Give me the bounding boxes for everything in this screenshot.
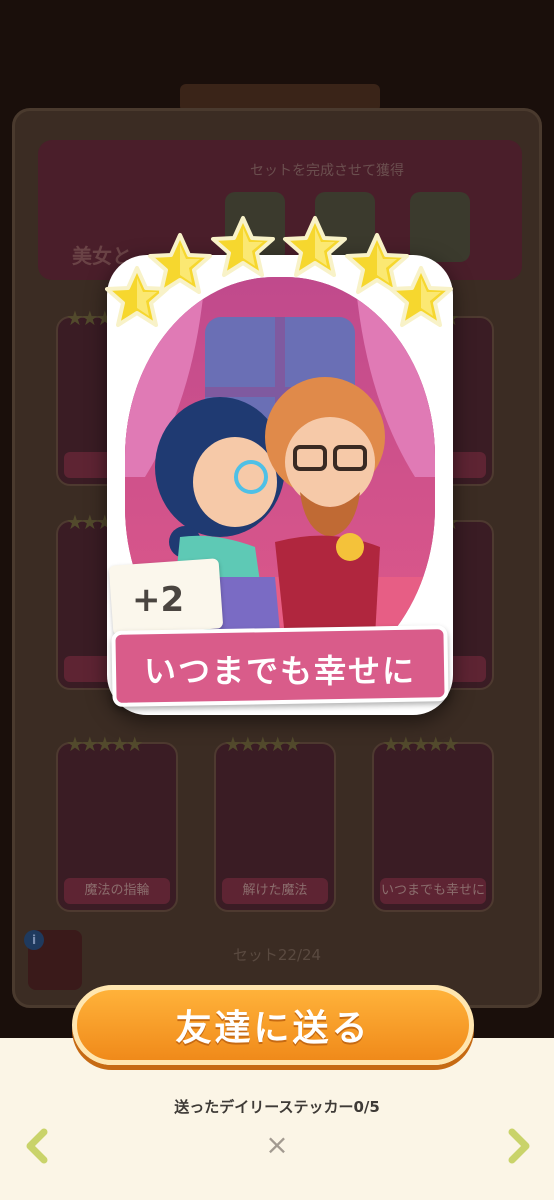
card-stars-icon: ★★★★★	[224, 732, 302, 756]
album-card-broken-spell[interactable]: ★★★★★ 解けた魔法	[214, 732, 336, 912]
daily-sticker-status: 送ったデイリーステッカー0/5	[174, 1098, 380, 1116]
send-to-friend-button[interactable]: 友達に送る	[72, 985, 474, 1065]
set-progress: セット22/24	[232, 946, 322, 964]
album-card-label: いつまでも幸せに	[380, 878, 486, 904]
set-header-text: セットを完成させて獲得	[250, 163, 404, 179]
chevron-right-icon[interactable]	[498, 1126, 538, 1166]
bonus-value: +2	[132, 580, 185, 620]
close-icon[interactable]: ×	[262, 1130, 292, 1160]
rating-stars-icon	[105, 216, 453, 327]
album-card-happily-ever-after[interactable]: ★★★★★ いつまでも幸せに	[372, 732, 494, 912]
card-stars-icon: ★★★★★	[66, 732, 144, 756]
chevron-left-icon[interactable]	[18, 1126, 58, 1166]
card-stars-icon: ★★★★★	[382, 732, 460, 756]
album-card-label: 解けた魔法	[222, 878, 328, 904]
sticker-name: いつまでも幸せに	[143, 652, 416, 690]
album-card-magic-ring[interactable]: ★★★★★ 魔法の指輪	[56, 732, 178, 912]
send-button-label: 友達に送る	[175, 1008, 371, 1049]
album-card-label: 魔法の指輪	[64, 878, 170, 904]
